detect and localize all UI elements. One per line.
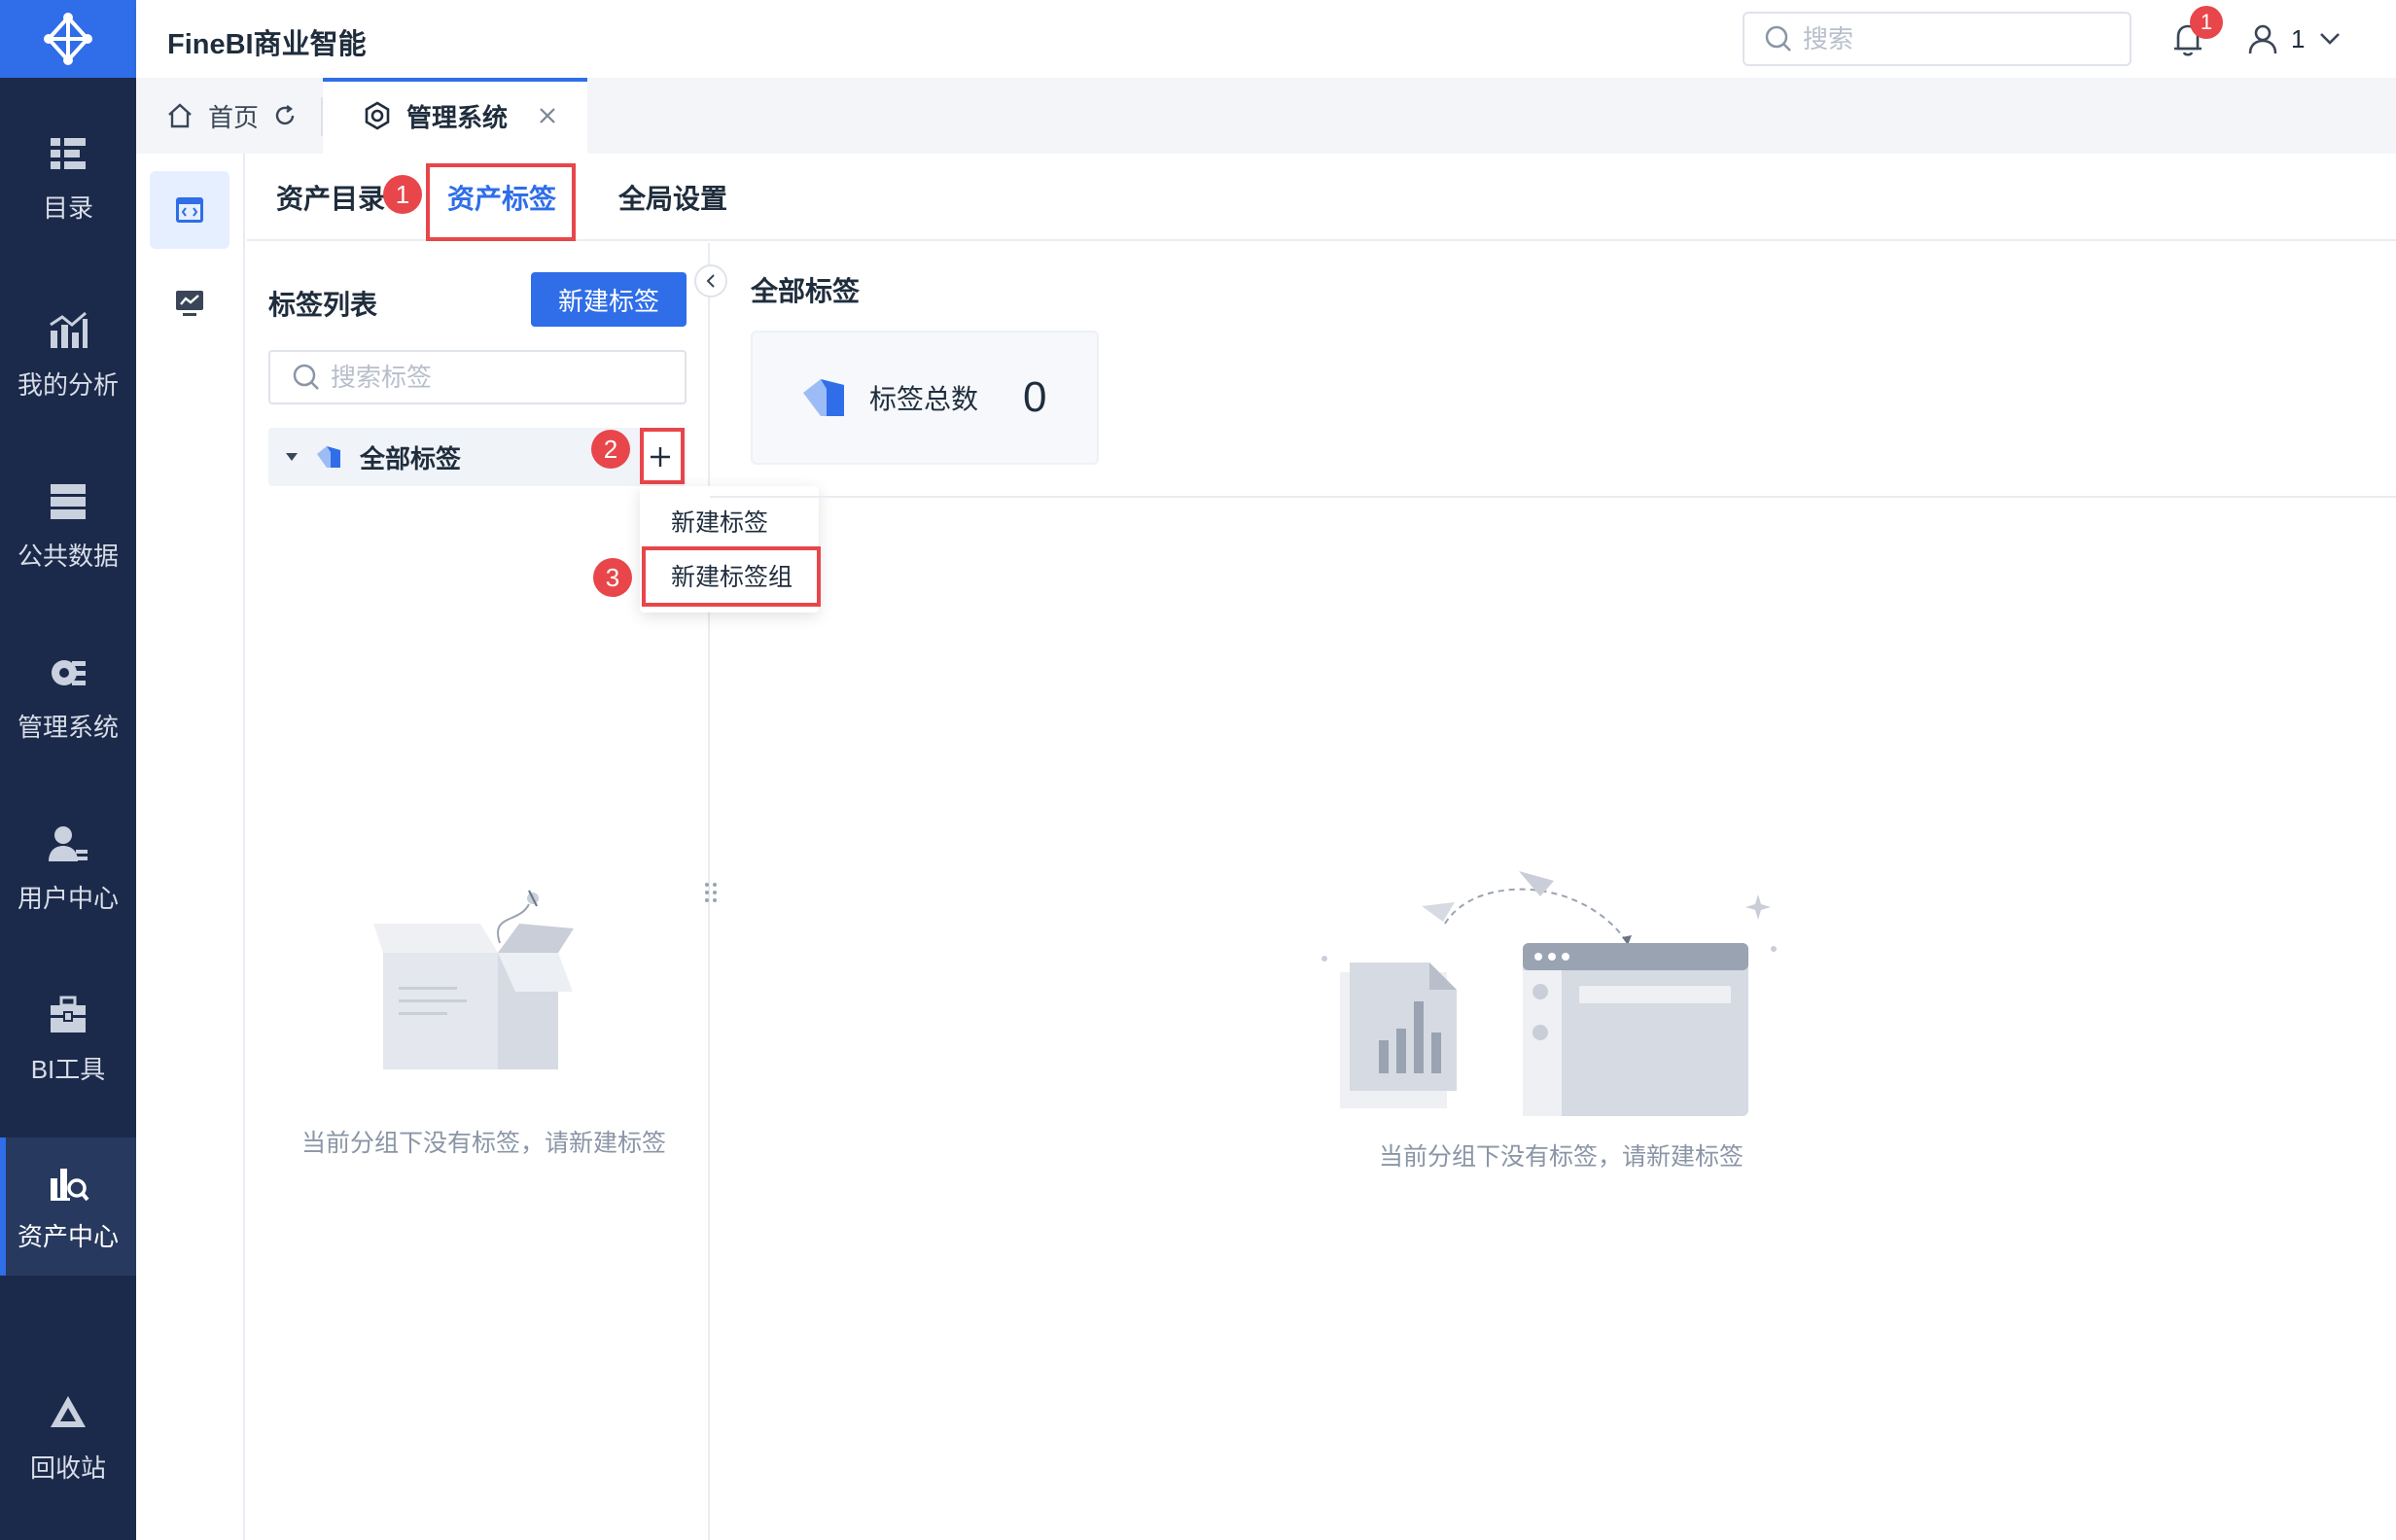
nav-label: 回收站 xyxy=(29,1452,106,1483)
asset-center-icon xyxy=(51,1168,89,1201)
user-center-icon xyxy=(49,825,88,861)
chevron-down-icon xyxy=(2320,33,2341,45)
secondary-sidebar xyxy=(136,154,245,1540)
empty-data-illustration xyxy=(1321,871,1777,1116)
analysis-icon xyxy=(50,311,88,348)
highlight-box-add-button xyxy=(640,428,685,484)
monitor-icon xyxy=(176,291,203,316)
nav-item-admin-system[interactable]: 管理系统 xyxy=(0,624,136,770)
tab-asset-catalog[interactable]: 资产目录 xyxy=(276,154,385,241)
tag-search[interactable] xyxy=(268,350,687,404)
subnav-monitor[interactable] xyxy=(150,264,229,342)
nav-label: 我的分析 xyxy=(17,369,119,400)
tab-home[interactable]: 首页 xyxy=(165,78,298,154)
user-menu[interactable]: 1 xyxy=(2246,19,2343,58)
nav-item-my-analysis[interactable]: 我的分析 xyxy=(0,282,136,428)
main-sidebar: 目录 我的分析 公共数据 管理系统 用户中心 BI工具 资产中心 回收站 xyxy=(0,0,136,1540)
nav-label: BI工具 xyxy=(30,1054,106,1084)
tab-home-label: 首页 xyxy=(208,102,260,132)
step-marker-3: 3 xyxy=(593,558,632,597)
nav-item-recycle-bin[interactable]: 回收站 xyxy=(0,1365,136,1511)
nav-item-public-data[interactable]: 公共数据 xyxy=(0,453,136,599)
nav-item-bi-tools[interactable]: BI工具 xyxy=(0,966,136,1112)
toolbox-icon xyxy=(51,996,86,1032)
app-logo[interactable] xyxy=(0,0,136,78)
right-panel-title: 全部标签 xyxy=(751,276,861,306)
top-header: FineBI商业智能 1 1 xyxy=(136,0,2396,78)
logo-icon xyxy=(44,13,92,65)
subnav-asset-management[interactable] xyxy=(150,171,229,249)
gear-icon xyxy=(52,659,86,685)
user-icon xyxy=(2248,24,2277,54)
user-name: 1 xyxy=(2291,23,2306,53)
step-marker-1: 1 xyxy=(383,175,422,214)
right-panel-divider xyxy=(710,496,2396,498)
right-empty-text: 当前分组下没有标签，请新建标签 xyxy=(1379,1143,1744,1171)
search-icon xyxy=(293,364,319,390)
caret-down-icon[interactable] xyxy=(284,449,300,465)
tag-list-title: 标签列表 xyxy=(268,290,378,320)
chevron-left-icon xyxy=(706,274,715,288)
nav-label: 用户中心 xyxy=(17,883,119,913)
step-marker-2: 2 xyxy=(591,430,630,469)
asset-code-icon xyxy=(176,197,203,223)
nav-label: 目录 xyxy=(42,192,93,223)
empty-box-illustration xyxy=(373,890,574,1069)
tag-search-input[interactable] xyxy=(331,362,661,393)
tab-global-settings[interactable]: 全局设置 xyxy=(618,154,727,241)
highlight-box-new-tag-group xyxy=(642,546,821,607)
nav-item-catalog[interactable]: 目录 xyxy=(0,105,136,251)
tab-admin-label: 管理系统 xyxy=(406,102,509,132)
menu-item-new-tag[interactable]: 新建标签 xyxy=(640,494,819,548)
global-search-input[interactable] xyxy=(1803,23,2114,54)
tag-icon xyxy=(317,446,340,468)
global-search[interactable] xyxy=(1743,12,2132,66)
page-tabs: 首页 管理系统 xyxy=(136,78,2396,154)
tree-node-label: 全部标签 xyxy=(360,443,462,473)
left-empty-text: 当前分组下没有标签，请新建标签 xyxy=(301,1130,667,1157)
nav-item-asset-center[interactable]: 资产中心 xyxy=(0,1138,136,1276)
recycle-icon xyxy=(51,1395,86,1427)
search-icon xyxy=(1765,25,1791,52)
tag-icon xyxy=(803,379,844,416)
public-data-icon xyxy=(51,483,86,519)
refresh-icon[interactable] xyxy=(272,103,298,128)
app-title: FineBI商业智能 xyxy=(167,29,367,60)
tag-total-label: 标签总数 xyxy=(869,384,979,414)
new-tag-button[interactable]: 新建标签 xyxy=(531,272,687,327)
notification-badge: 1 xyxy=(2190,6,2223,39)
panel-resize-handle[interactable] xyxy=(704,881,718,910)
highlight-box-tags-tab xyxy=(426,163,576,241)
settings-icon xyxy=(365,101,390,130)
nav-label: 管理系统 xyxy=(17,712,119,742)
drag-handle-icon xyxy=(705,883,717,902)
collapse-panel-button[interactable] xyxy=(694,264,727,298)
catalog-icon xyxy=(51,137,86,169)
tab-admin-system[interactable]: 管理系统 xyxy=(323,78,587,154)
tag-total-value: 0 xyxy=(1023,373,1047,421)
close-icon[interactable] xyxy=(537,105,558,126)
nav-item-user-center[interactable]: 用户中心 xyxy=(0,795,136,941)
nav-label: 公共数据 xyxy=(17,541,119,571)
nav-label: 资产中心 xyxy=(17,1221,119,1251)
tag-total-card: 标签总数 0 xyxy=(751,331,1099,465)
home-icon xyxy=(168,103,192,128)
